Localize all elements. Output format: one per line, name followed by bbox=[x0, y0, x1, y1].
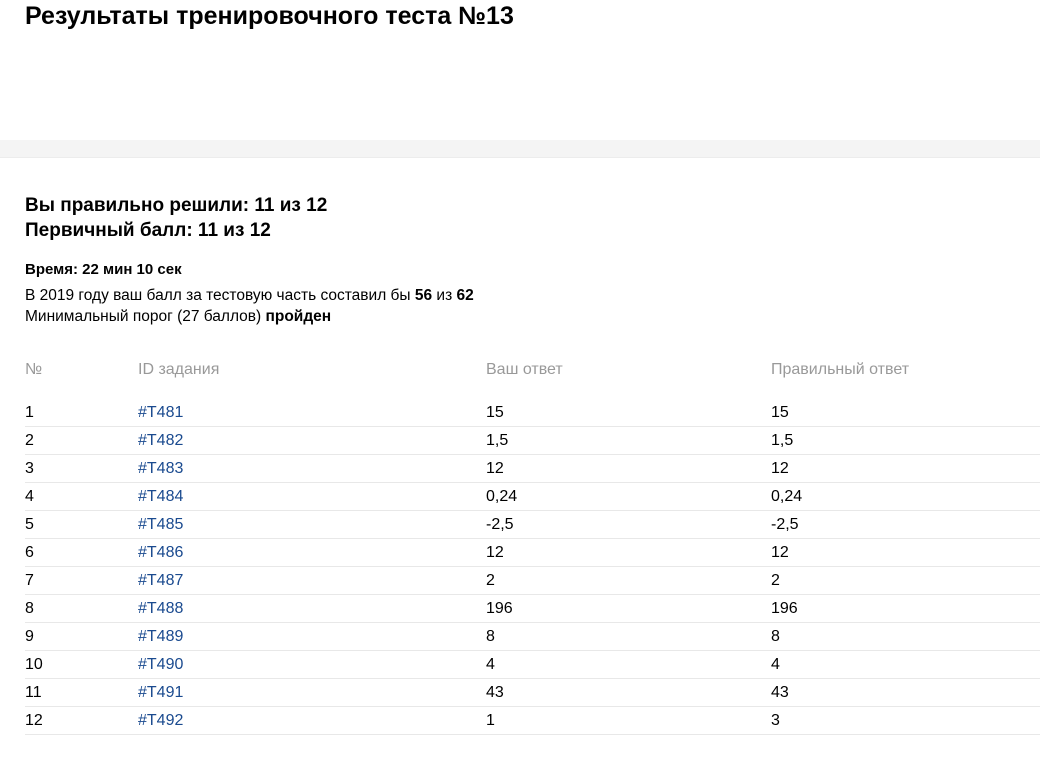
table-row: 7 #T487 2 2 bbox=[25, 566, 1040, 595]
table-row: 11 #T491 43 43 bbox=[25, 678, 1040, 707]
score-info: В 2019 году ваш балл за тестовую часть с… bbox=[25, 285, 474, 327]
row-your-answer: 43 bbox=[486, 678, 771, 707]
row-your-answer: 0,24 bbox=[486, 482, 771, 511]
table-header-row: № ID задания Ваш ответ Правильный ответ bbox=[25, 355, 1040, 399]
row-num: 10 bbox=[25, 650, 138, 679]
task-link[interactable]: #T487 bbox=[138, 572, 183, 589]
row-correct-answer: -2,5 bbox=[771, 510, 1040, 539]
task-link[interactable]: #T481 bbox=[138, 404, 183, 421]
task-link[interactable]: #T491 bbox=[138, 684, 183, 701]
primary-score: Первичный балл: 11 из 12 bbox=[25, 220, 271, 241]
year-score-max: 62 bbox=[456, 287, 474, 304]
page-header: Результаты тренировочного теста №13 bbox=[0, 0, 1040, 140]
table-row: 12 #T492 1 3 bbox=[25, 706, 1040, 735]
year-score-prefix: В 2019 году ваш балл за тестовую часть с… bbox=[25, 287, 415, 304]
row-correct-answer: 8 bbox=[771, 622, 1040, 651]
row-your-answer: 12 bbox=[486, 454, 771, 483]
row-your-answer: 196 bbox=[486, 594, 771, 623]
row-task-id-cell: #T482 bbox=[138, 426, 486, 455]
year-score-mid: из bbox=[432, 287, 457, 304]
task-link[interactable]: #T492 bbox=[138, 712, 183, 729]
solved-count: Вы правильно решили: 11 из 12 bbox=[25, 195, 328, 216]
row-correct-answer: 12 bbox=[771, 538, 1040, 567]
header-your-answer: Ваш ответ bbox=[486, 361, 563, 378]
header-task-id: ID задания bbox=[138, 361, 220, 378]
row-num: 4 bbox=[25, 482, 138, 511]
row-correct-answer: 4 bbox=[771, 650, 1040, 679]
row-task-id-cell: #T485 bbox=[138, 510, 486, 539]
row-num: 2 bbox=[25, 426, 138, 455]
row-correct-answer: 0,24 bbox=[771, 482, 1040, 511]
table-row: 2 #T482 1,5 1,5 bbox=[25, 426, 1040, 455]
table-row: 6 #T486 12 12 bbox=[25, 538, 1040, 567]
task-link[interactable]: #T483 bbox=[138, 460, 183, 477]
results-body: 1 #T481 15 15 2 #T482 1,5 1,5 3 #T483 12 12 4 #T484 0,… bbox=[25, 399, 1040, 735]
row-correct-answer: 196 bbox=[771, 594, 1040, 623]
row-your-answer: 4 bbox=[486, 650, 771, 679]
table-row: 8 #T488 196 196 bbox=[25, 594, 1040, 623]
row-num: 8 bbox=[25, 594, 138, 623]
row-task-id-cell: #T487 bbox=[138, 566, 486, 595]
results-summary: Вы правильно решили: 11 из 12 Первичный … bbox=[25, 193, 327, 243]
row-task-id-cell: #T484 bbox=[138, 482, 486, 511]
row-task-id-cell: #T489 bbox=[138, 622, 486, 651]
row-num: 3 bbox=[25, 454, 138, 483]
elapsed-time: Время: 22 мин 10 сек bbox=[25, 261, 182, 278]
task-link[interactable]: #T484 bbox=[138, 488, 183, 505]
row-correct-answer: 3 bbox=[771, 706, 1040, 735]
task-link[interactable]: #T486 bbox=[138, 544, 183, 561]
row-your-answer: 15 bbox=[486, 399, 771, 427]
row-your-answer: 8 bbox=[486, 622, 771, 651]
row-correct-answer: 1,5 bbox=[771, 426, 1040, 455]
row-your-answer: -2,5 bbox=[486, 510, 771, 539]
header-num: № bbox=[25, 361, 43, 378]
row-your-answer: 2 bbox=[486, 566, 771, 595]
row-num: 5 bbox=[25, 510, 138, 539]
row-task-id-cell: #T486 bbox=[138, 538, 486, 567]
threshold-prefix: Минимальный порог (27 баллов) bbox=[25, 308, 266, 325]
row-task-id-cell: #T488 bbox=[138, 594, 486, 623]
header-divider bbox=[0, 140, 1040, 158]
row-your-answer: 1,5 bbox=[486, 426, 771, 455]
header-correct-answer: Правильный ответ bbox=[771, 361, 910, 378]
row-task-id-cell: #T490 bbox=[138, 650, 486, 679]
row-correct-answer: 2 bbox=[771, 566, 1040, 595]
task-link[interactable]: #T490 bbox=[138, 656, 183, 673]
task-link[interactable]: #T489 bbox=[138, 628, 183, 645]
year-score-line: В 2019 году ваш балл за тестовую часть с… bbox=[25, 285, 474, 306]
row-num: 1 bbox=[25, 399, 138, 427]
threshold-line: Минимальный порог (27 баллов) пройден bbox=[25, 306, 474, 327]
row-task-id-cell: #T483 bbox=[138, 454, 486, 483]
row-num: 9 bbox=[25, 622, 138, 651]
results-table: № ID задания Ваш ответ Правильный ответ … bbox=[25, 355, 1040, 735]
row-task-id-cell: #T481 bbox=[138, 399, 486, 427]
row-your-answer-wrong: 1 bbox=[486, 706, 771, 735]
threshold-status: пройден bbox=[265, 308, 332, 325]
row-task-id-cell: #T491 bbox=[138, 678, 486, 707]
row-num: 12 bbox=[25, 706, 138, 735]
row-num: 7 bbox=[25, 566, 138, 595]
row-correct-answer: 15 bbox=[771, 399, 1040, 427]
year-score-value: 56 bbox=[414, 287, 433, 304]
task-link[interactable]: #T488 bbox=[138, 600, 183, 617]
table-row: 10 #T490 4 4 bbox=[25, 650, 1040, 679]
table-row: 5 #T485 -2,5 -2,5 bbox=[25, 510, 1040, 539]
row-num: 6 bbox=[25, 538, 138, 567]
task-link[interactable]: #T485 bbox=[138, 516, 183, 533]
row-correct-answer: 12 bbox=[771, 454, 1040, 483]
table-row: 1 #T481 15 15 bbox=[25, 399, 1040, 427]
page-title: Результаты тренировочного теста №13 bbox=[25, 2, 514, 30]
table-row: 9 #T489 8 8 bbox=[25, 622, 1040, 651]
row-num: 11 bbox=[25, 678, 138, 707]
row-correct-answer: 43 bbox=[771, 678, 1040, 707]
table-row: 3 #T483 12 12 bbox=[25, 454, 1040, 483]
row-your-answer: 12 bbox=[486, 538, 771, 567]
table-row: 4 #T484 0,24 0,24 bbox=[25, 482, 1040, 511]
task-link[interactable]: #T482 bbox=[138, 432, 183, 449]
row-task-id-cell: #T492 bbox=[138, 706, 486, 735]
